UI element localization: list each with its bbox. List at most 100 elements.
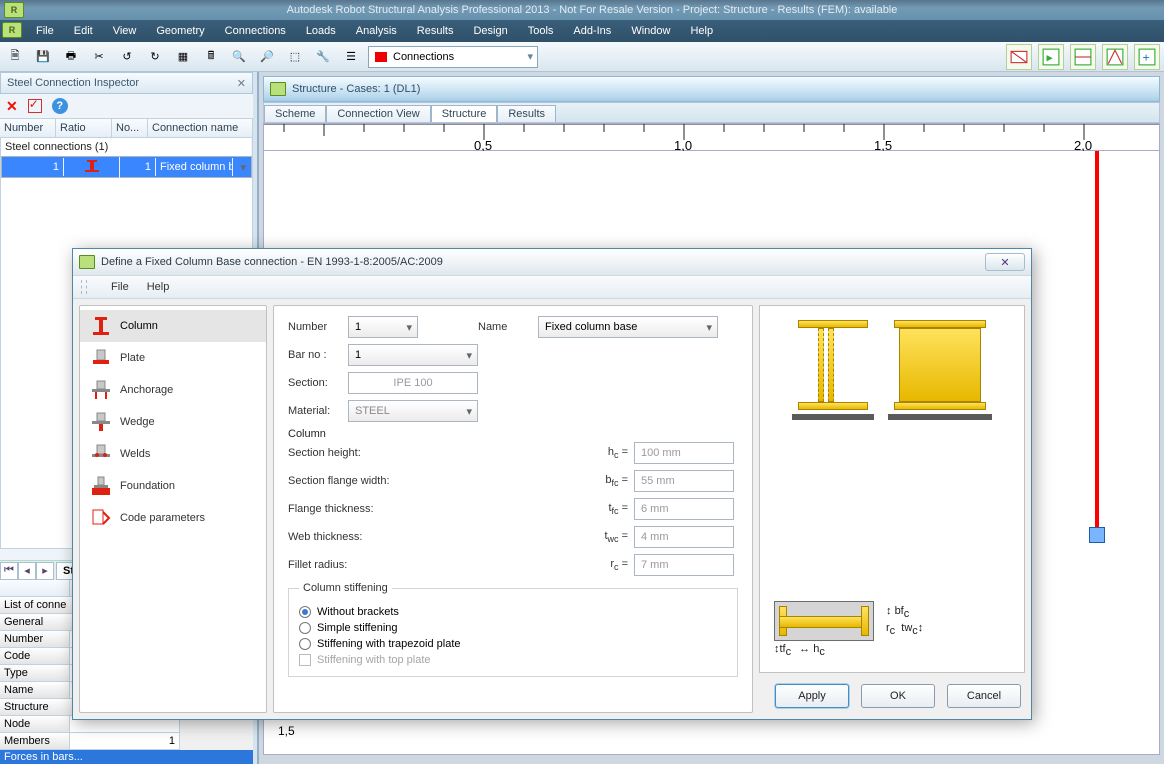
dim-row-tfc: Flange thickness: tfc = 6 mm <box>288 498 738 520</box>
layout-combo[interactable]: Connections <box>368 46 538 68</box>
view-tool-4-icon[interactable] <box>1102 44 1128 70</box>
menu-geometry[interactable]: Geometry <box>146 20 214 42</box>
menu-results[interactable]: Results <box>407 20 464 42</box>
inspector-group-label: Steel connections (1) <box>1 138 252 156</box>
tb-table-icon[interactable]: ▦ <box>172 46 194 68</box>
menu-edit[interactable]: Edit <box>64 20 103 42</box>
inspector-title: Steel Connection Inspector <box>0 72 253 94</box>
field-barno[interactable]: 1 <box>348 344 478 366</box>
pv-bfc: bf <box>895 605 904 617</box>
preview-plan-icon <box>774 601 874 641</box>
lbl-hc: Section height: <box>288 447 588 459</box>
sym-tfc: tfc = <box>588 502 628 516</box>
tb-save-icon[interactable]: 💾 <box>32 46 54 68</box>
tab-nav-next-icon[interactable]: ▸ <box>36 562 54 580</box>
ok-button[interactable]: OK <box>861 684 935 708</box>
lbl-number: Number <box>288 321 348 333</box>
cancel-button[interactable]: Cancel <box>947 684 1021 708</box>
tab-structure[interactable]: Structure <box>431 105 498 122</box>
prop-row-members[interactable]: Members1 <box>0 733 253 750</box>
flag-icon <box>375 52 387 62</box>
canvas-base-node <box>1089 527 1105 543</box>
menu-addins[interactable]: Add-Ins <box>563 20 621 42</box>
dialog-menu-file[interactable]: File <box>111 281 129 293</box>
dialog-title: Define a Fixed Column Base connection - … <box>101 256 443 268</box>
field-name[interactable]: Fixed column base <box>538 316 718 338</box>
preview-top: ↕tfc ↔ hc ↕ bfc rc twc↕ <box>774 601 1010 658</box>
prop-footer-link[interactable]: Forces in bars... <box>0 750 253 764</box>
canvas-member-line <box>1095 151 1099 531</box>
menu-design[interactable]: Design <box>463 20 517 42</box>
canvas-subtitle-bar: Structure - Cases: 1 (DL1) <box>263 76 1160 102</box>
field-number[interactable]: 1 <box>348 316 418 338</box>
col-number[interactable]: Number <box>0 119 56 137</box>
inspector-columns: Number Ratio No... Connection name <box>0 118 253 138</box>
tb-cut-icon[interactable]: ✂ <box>88 46 110 68</box>
inspector-group-row[interactable]: Steel connections (1) <box>1 138 252 156</box>
menu-file[interactable]: File <box>26 20 64 42</box>
app-icon: R <box>4 2 24 18</box>
nav-code-params[interactable]: Code parameters <box>80 502 266 534</box>
tb-calc-icon[interactable]: 🖩 <box>200 46 222 68</box>
col-connname[interactable]: Connection name <box>148 119 253 137</box>
nav-foundation[interactable]: Foundation <box>80 470 266 502</box>
col-no[interactable]: No... <box>112 119 148 137</box>
apply-button[interactable]: Apply <box>775 684 849 708</box>
nav-column[interactable]: Column <box>80 310 266 342</box>
tb-panel-icon[interactable]: ☰ <box>340 46 362 68</box>
check-label: Stiffening with top plate <box>317 654 431 666</box>
radio-simple-stiffening[interactable]: Simple stiffening <box>299 622 727 634</box>
menu-connections[interactable]: Connections <box>215 20 296 42</box>
view-tool-2-icon[interactable]: ▸ <box>1038 44 1064 70</box>
nav-welds[interactable]: Welds <box>80 438 266 470</box>
field-bfc: 55 mm <box>634 470 734 492</box>
heading-column: Column <box>288 428 738 440</box>
tb-print-icon[interactable]: 🖶 <box>60 46 82 68</box>
tb-redo-icon[interactable]: ↻ <box>144 46 166 68</box>
preview-elevations <box>774 320 1010 420</box>
nav-anchorage[interactable]: Anchorage <box>80 374 266 406</box>
canvas-ruler: 0,5 1,0 1,5 2,0 <box>263 123 1160 151</box>
dialog-close-button[interactable]: ✕ <box>985 253 1025 271</box>
menu-loads[interactable]: Loads <box>296 20 346 42</box>
svg-text:+: + <box>1143 50 1150 64</box>
menu-view[interactable]: View <box>103 20 147 42</box>
check-icon[interactable] <box>28 99 42 113</box>
col-ratio[interactable]: Ratio <box>56 119 112 137</box>
nav-plate[interactable]: Plate <box>80 342 266 374</box>
tb-undo-icon[interactable]: ↺ <box>116 46 138 68</box>
delete-icon[interactable]: ✕ <box>6 98 18 115</box>
tb-box-icon[interactable]: ⬚ <box>284 46 306 68</box>
inspector-row-selected[interactable]: 1 1 Fixed column base <box>1 156 252 178</box>
radio-without-brackets[interactable]: Without brackets <box>299 606 727 618</box>
menu-tools[interactable]: Tools <box>518 20 564 42</box>
nav-wedge[interactable]: Wedge <box>80 406 266 438</box>
dialog-grip-icon <box>81 280 87 294</box>
tab-connection-view[interactable]: Connection View <box>326 105 430 122</box>
tab-results[interactable]: Results <box>497 105 556 122</box>
field-material: STEEL <box>348 400 478 422</box>
help-icon[interactable]: ? <box>52 98 68 114</box>
radio-trapezoid-plate[interactable]: Stiffening with trapezoid plate <box>299 638 727 650</box>
tb-zoomplus-icon[interactable]: 🔎 <box>256 46 278 68</box>
view-tool-1-icon[interactable] <box>1006 44 1032 70</box>
menu-window[interactable]: Window <box>621 20 680 42</box>
dialog-titlebar[interactable]: Define a Fixed Column Base connection - … <box>73 249 1031 275</box>
tb-zoom-icon[interactable]: 🔍 <box>228 46 250 68</box>
tb-new-icon[interactable]: 🗎 <box>4 46 26 68</box>
menu-help[interactable]: Help <box>680 20 723 42</box>
app-menu-icon[interactable]: R <box>2 22 22 38</box>
dim-row-twc: Web thickness: twc = 4 mm <box>288 526 738 548</box>
row-name: Fixed column base <box>156 158 233 176</box>
nav-anchorage-icon <box>90 380 112 400</box>
tab-scheme[interactable]: Scheme <box>264 105 326 122</box>
nav-plate-icon <box>90 348 112 368</box>
radio-indicator-1 <box>299 622 311 634</box>
dialog-menu-help[interactable]: Help <box>147 281 170 293</box>
view-tool-3-icon[interactable] <box>1070 44 1096 70</box>
tab-nav-prev-icon[interactable]: ◂ <box>18 562 36 580</box>
tb-wrench-icon[interactable]: 🔧 <box>312 46 334 68</box>
menu-analysis[interactable]: Analysis <box>346 20 407 42</box>
view-tool-5-icon[interactable]: + <box>1134 44 1160 70</box>
tab-nav-first-icon[interactable]: ⏮ <box>0 562 18 580</box>
